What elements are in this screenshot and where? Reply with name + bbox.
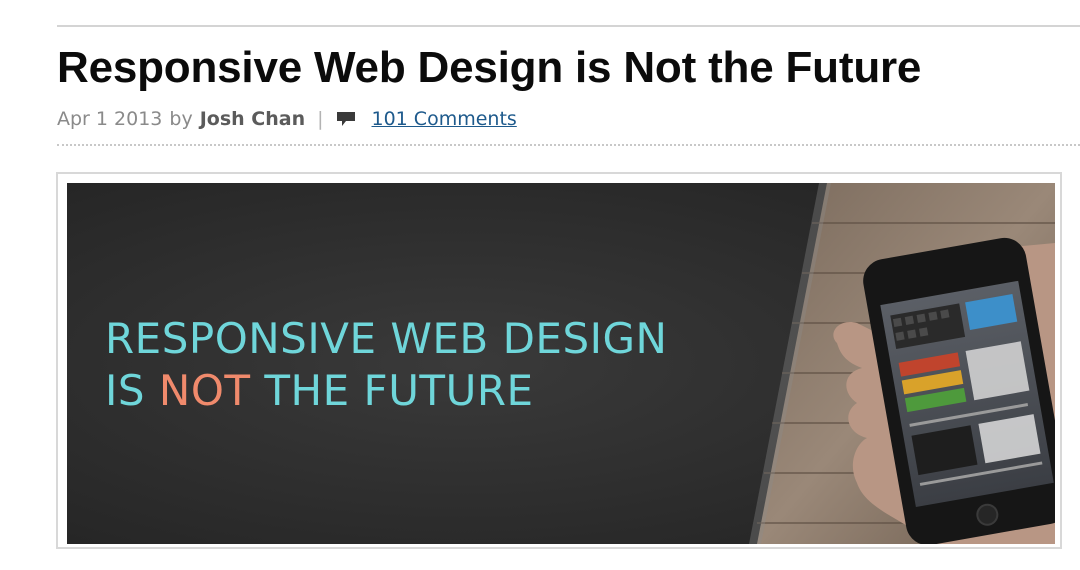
by-label: by [169, 108, 193, 130]
hero-line-2: IS NOT THE FUTURE [105, 365, 667, 417]
hero-line-2-not: NOT [158, 366, 251, 415]
post-meta: Apr 1 2013 by Josh Chan | 101 Comments [57, 105, 517, 133]
post-date: Apr 1 2013 [57, 108, 163, 130]
post-title[interactable]: Responsive Web Design is Not the Future [57, 40, 921, 96]
meta-divider [57, 144, 1080, 146]
featured-image-frame: RESPONSIVE WEB DESIGN IS NOT THE FUTURE [56, 172, 1062, 549]
hero-line-1: RESPONSIVE WEB DESIGN [105, 314, 668, 363]
hero-line-2-is: IS [105, 366, 146, 415]
comment-bubble-icon [336, 110, 356, 128]
hero-line-2-rest: THE FUTURE [264, 366, 534, 415]
top-divider [57, 25, 1080, 27]
comments-link[interactable]: 101 Comments [372, 108, 517, 130]
post-author[interactable]: Josh Chan [200, 108, 305, 130]
hero-headline: RESPONSIVE WEB DESIGN IS NOT THE FUTURE [105, 313, 667, 417]
featured-image[interactable]: RESPONSIVE WEB DESIGN IS NOT THE FUTURE [67, 183, 1055, 544]
meta-separator: | [317, 108, 324, 130]
